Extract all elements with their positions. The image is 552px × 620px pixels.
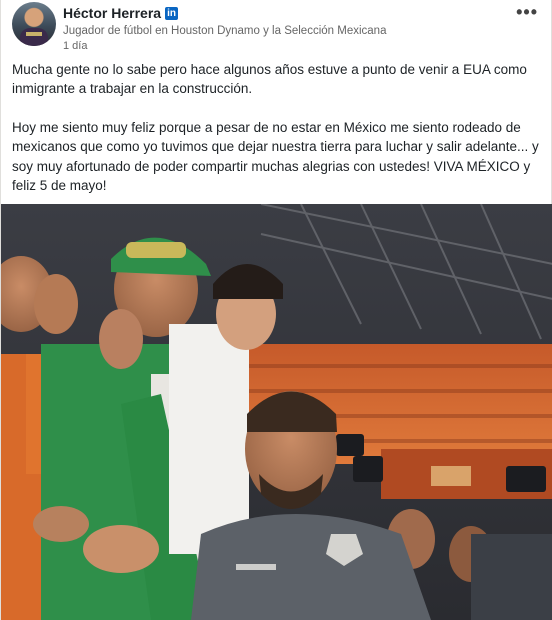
avatar-shirt bbox=[20, 28, 48, 46]
linkedin-icon: in bbox=[165, 6, 179, 20]
author-headline: Jugador de fútbol en Houston Dynamo y la… bbox=[63, 25, 387, 37]
post-paragraph-1: Mucha gente no lo sabe pero hace algunos… bbox=[12, 62, 527, 97]
stadium-photo-illustration bbox=[1, 204, 552, 620]
author-avatar[interactable] bbox=[12, 2, 56, 46]
post-card: Héctor Herrera in Jugador de fútbol en H… bbox=[0, 0, 552, 620]
post-header: Héctor Herrera in Jugador de fútbol en H… bbox=[12, 2, 542, 58]
author-name[interactable]: Héctor Herrera bbox=[63, 5, 161, 21]
post-paragraph-2: Hoy me siento muy feliz porque a pesar d… bbox=[12, 119, 539, 194]
post-photo[interactable] bbox=[1, 204, 552, 620]
author-name-row: Héctor Herrera in bbox=[63, 5, 179, 21]
avatar-stripe bbox=[26, 32, 42, 36]
more-options-button[interactable]: ••• bbox=[516, 2, 538, 23]
post-body: Mucha gente no lo sabe pero hace algunos… bbox=[12, 60, 540, 214]
post-timestamp: 1 día bbox=[63, 40, 88, 52]
